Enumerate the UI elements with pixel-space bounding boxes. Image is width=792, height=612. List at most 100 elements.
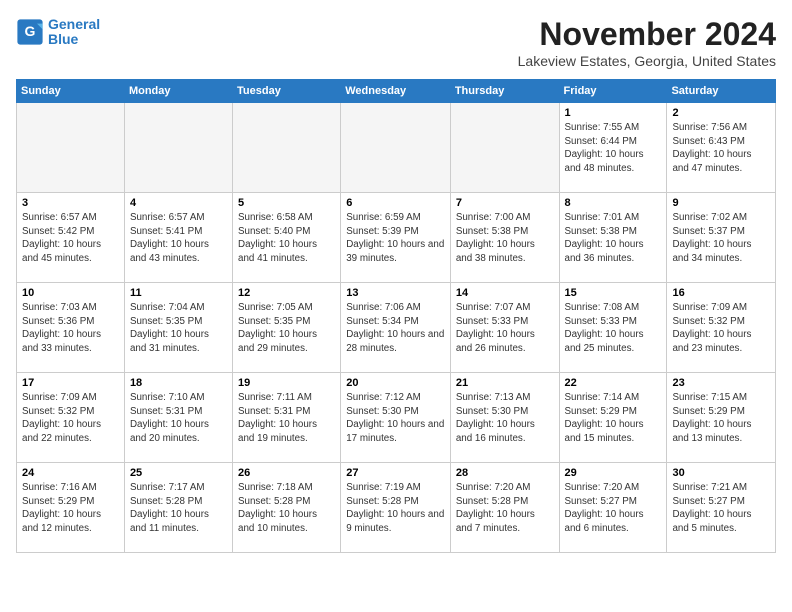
day-info: Sunrise: 7:09 AM Sunset: 5:32 PM Dayligh… (672, 301, 770, 356)
day-number: 1 (565, 107, 662, 119)
day-header-tuesday: Tuesday (233, 80, 341, 103)
calendar-cell: 20 Sunrise: 7:12 AM Sunset: 5:30 PM Dayli… (341, 373, 451, 463)
day-info: Sunrise: 7:19 AM Sunset: 5:28 PM Dayligh… (346, 481, 445, 536)
day-info: Sunrise: 7:56 AM Sunset: 6:43 PM Dayligh… (672, 121, 770, 176)
day-info: Sunrise: 7:00 AM Sunset: 5:38 PM Dayligh… (456, 211, 554, 266)
calendar-table: SundayMondayTuesdayWednesdayThursdayFrid… (16, 79, 776, 553)
day-info: Sunrise: 7:02 AM Sunset: 5:37 PM Dayligh… (672, 211, 770, 266)
calendar-cell (341, 103, 451, 193)
month-title: November 2024 (518, 16, 776, 53)
day-info: Sunrise: 7:08 AM Sunset: 5:33 PM Dayligh… (565, 301, 662, 356)
day-info: Sunrise: 7:10 AM Sunset: 5:31 PM Dayligh… (130, 391, 227, 446)
calendar-cell: 17 Sunrise: 7:09 AM Sunset: 5:32 PM Dayli… (17, 373, 125, 463)
day-number: 29 (565, 467, 662, 479)
day-info: Sunrise: 6:58 AM Sunset: 5:40 PM Dayligh… (238, 211, 335, 266)
day-number: 8 (565, 197, 662, 209)
day-info: Sunrise: 7:16 AM Sunset: 5:29 PM Dayligh… (22, 481, 119, 536)
week-row-2: 10Sunrise: 7:03 AM Sunset: 5:36 PM Dayli… (17, 283, 776, 373)
day-info: Sunrise: 7:17 AM Sunset: 5:28 PM Dayligh… (130, 481, 227, 536)
day-info: Sunrise: 7:21 AM Sunset: 5:27 PM Dayligh… (672, 481, 770, 536)
day-info: Sunrise: 7:06 AM Sunset: 5:34 PM Dayligh… (346, 301, 445, 356)
day-info: Sunrise: 7:04 AM Sunset: 5:35 PM Dayligh… (130, 301, 227, 356)
day-number: 14 (456, 287, 554, 299)
day-number: 7 (456, 197, 554, 209)
day-info: Sunrise: 7:12 AM Sunset: 5:30 PM Dayligh… (346, 391, 445, 446)
day-number: 23 (672, 377, 770, 389)
day-info: Sunrise: 7:05 AM Sunset: 5:35 PM Dayligh… (238, 301, 335, 356)
day-number: 21 (456, 377, 554, 389)
calendar-cell: 27 Sunrise: 7:19 AM Sunset: 5:28 PM Dayli… (341, 463, 451, 553)
calendar-cell: 25Sunrise: 7:17 AM Sunset: 5:28 PM Dayli… (124, 463, 232, 553)
calendar-cell: 12 Sunrise: 7:05 AM Sunset: 5:35 PM Dayli… (233, 283, 341, 373)
calendar-cell: 30 Sunrise: 7:21 AM Sunset: 5:27 PM Dayli… (667, 463, 776, 553)
calendar-cell: 29 Sunrise: 7:20 AM Sunset: 5:27 PM Dayli… (559, 463, 667, 553)
day-number: 20 (346, 377, 445, 389)
calendar-cell: 22Sunrise: 7:14 AM Sunset: 5:29 PM Dayli… (559, 373, 667, 463)
day-info: Sunrise: 6:57 AM Sunset: 5:41 PM Dayligh… (130, 211, 227, 266)
calendar-cell: 8 Sunrise: 7:01 AM Sunset: 5:38 PM Daylig… (559, 193, 667, 283)
day-info: Sunrise: 7:20 AM Sunset: 5:27 PM Dayligh… (565, 481, 662, 536)
day-header-thursday: Thursday (450, 80, 559, 103)
day-info: Sunrise: 6:57 AM Sunset: 5:42 PM Dayligh… (22, 211, 119, 266)
calendar-cell: 23 Sunrise: 7:15 AM Sunset: 5:29 PM Dayli… (667, 373, 776, 463)
days-header-row: SundayMondayTuesdayWednesdayThursdayFrid… (17, 80, 776, 103)
week-row-3: 17 Sunrise: 7:09 AM Sunset: 5:32 PM Dayli… (17, 373, 776, 463)
day-number: 26 (238, 467, 335, 479)
day-info: Sunrise: 6:59 AM Sunset: 5:39 PM Dayligh… (346, 211, 445, 266)
day-info: Sunrise: 7:03 AM Sunset: 5:36 PM Dayligh… (22, 301, 119, 356)
day-header-friday: Friday (559, 80, 667, 103)
day-number: 6 (346, 197, 445, 209)
svg-text:G: G (25, 23, 36, 39)
title-section: November 2024 Lakeview Estates, Georgia,… (518, 16, 776, 69)
day-number: 3 (22, 197, 119, 209)
calendar-cell: 10Sunrise: 7:03 AM Sunset: 5:36 PM Dayli… (17, 283, 125, 373)
day-info: Sunrise: 7:20 AM Sunset: 5:28 PM Dayligh… (456, 481, 554, 536)
week-row-4: 24Sunrise: 7:16 AM Sunset: 5:29 PM Dayli… (17, 463, 776, 553)
calendar-cell: 28 Sunrise: 7:20 AM Sunset: 5:28 PM Dayli… (450, 463, 559, 553)
calendar-cell: 11 Sunrise: 7:04 AM Sunset: 5:35 PM Dayli… (124, 283, 232, 373)
calendar-cell: 13Sunrise: 7:06 AM Sunset: 5:34 PM Dayli… (341, 283, 451, 373)
week-row-0: 1 Sunrise: 7:55 AM Sunset: 6:44 PM Daylig… (17, 103, 776, 193)
day-number: 15 (565, 287, 662, 299)
day-number: 17 (22, 377, 119, 389)
calendar-cell: 2 Sunrise: 7:56 AM Sunset: 6:43 PM Daylig… (667, 103, 776, 193)
calendar-cell: 1 Sunrise: 7:55 AM Sunset: 6:44 PM Daylig… (559, 103, 667, 193)
calendar-cell: 5 Sunrise: 6:58 AM Sunset: 5:40 PM Daylig… (233, 193, 341, 283)
calendar-cell: 19Sunrise: 7:11 AM Sunset: 5:31 PM Dayli… (233, 373, 341, 463)
calendar-cell: 4 Sunrise: 6:57 AM Sunset: 5:41 PM Daylig… (124, 193, 232, 283)
day-header-saturday: Saturday (667, 80, 776, 103)
day-number: 27 (346, 467, 445, 479)
day-info: Sunrise: 7:01 AM Sunset: 5:38 PM Dayligh… (565, 211, 662, 266)
day-number: 18 (130, 377, 227, 389)
day-header-sunday: Sunday (17, 80, 125, 103)
calendar-cell: 26Sunrise: 7:18 AM Sunset: 5:28 PM Dayli… (233, 463, 341, 553)
page-header: G General Blue November 2024 Lakeview Es… (16, 16, 776, 69)
day-info: Sunrise: 7:13 AM Sunset: 5:30 PM Dayligh… (456, 391, 554, 446)
calendar-cell: 16Sunrise: 7:09 AM Sunset: 5:32 PM Dayli… (667, 283, 776, 373)
day-number: 9 (672, 197, 770, 209)
calendar-cell: 14 Sunrise: 7:07 AM Sunset: 5:33 PM Dayli… (450, 283, 559, 373)
day-info: Sunrise: 7:07 AM Sunset: 5:33 PM Dayligh… (456, 301, 554, 356)
day-info: Sunrise: 7:15 AM Sunset: 5:29 PM Dayligh… (672, 391, 770, 446)
week-row-1: 3 Sunrise: 6:57 AM Sunset: 5:42 PM Daylig… (17, 193, 776, 283)
calendar-cell: 3 Sunrise: 6:57 AM Sunset: 5:42 PM Daylig… (17, 193, 125, 283)
day-number: 28 (456, 467, 554, 479)
day-number: 11 (130, 287, 227, 299)
calendar-cell: 21 Sunrise: 7:13 AM Sunset: 5:30 PM Dayli… (450, 373, 559, 463)
day-number: 19 (238, 377, 335, 389)
day-number: 4 (130, 197, 227, 209)
logo: G General Blue (16, 16, 100, 48)
calendar-cell (450, 103, 559, 193)
day-number: 2 (672, 107, 770, 119)
logo-line2: Blue (48, 31, 100, 48)
day-number: 5 (238, 197, 335, 209)
day-number: 12 (238, 287, 335, 299)
day-info: Sunrise: 7:55 AM Sunset: 6:44 PM Dayligh… (565, 121, 662, 176)
logo-icon: G (16, 18, 44, 46)
calendar-cell: 18 Sunrise: 7:10 AM Sunset: 5:31 PM Dayli… (124, 373, 232, 463)
day-header-monday: Monday (124, 80, 232, 103)
day-info: Sunrise: 7:09 AM Sunset: 5:32 PM Dayligh… (22, 391, 119, 446)
calendar-cell (124, 103, 232, 193)
day-number: 30 (672, 467, 770, 479)
calendar-cell: 6 Sunrise: 6:59 AM Sunset: 5:39 PM Daylig… (341, 193, 451, 283)
